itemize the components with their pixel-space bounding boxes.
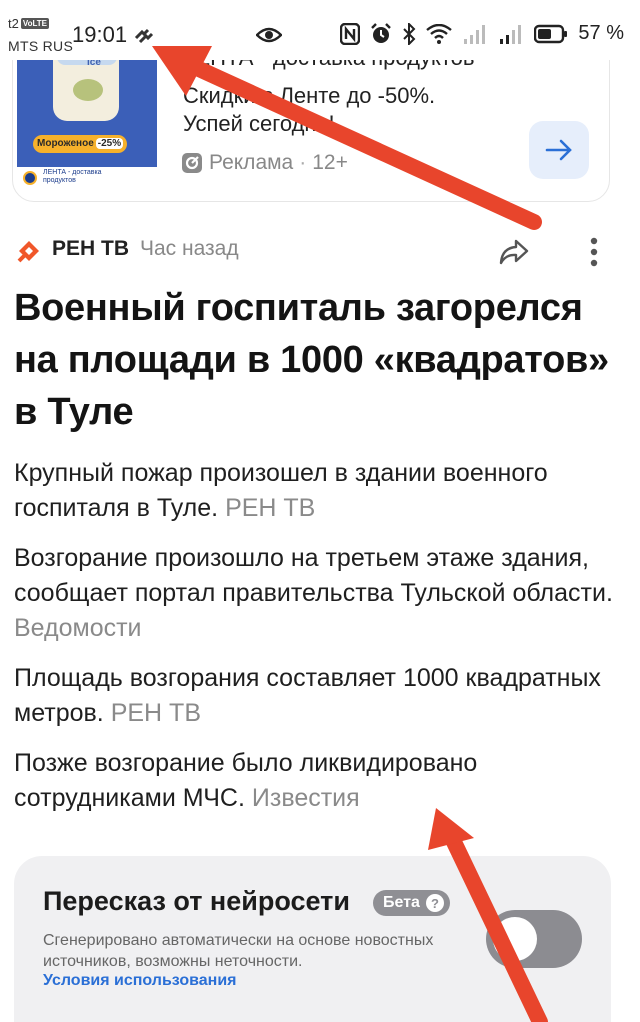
ad-open-button[interactable] xyxy=(529,121,589,179)
share-button[interactable] xyxy=(496,234,532,270)
signal-icon xyxy=(134,28,154,44)
toggle-knob xyxy=(493,917,537,961)
ad-text-line-2: Успей сегодня! xyxy=(183,111,335,136)
ad-icon xyxy=(182,153,202,173)
paragraph-text: Возгорание произошло на третьем этаже зд… xyxy=(14,544,613,607)
clock: 19:01 xyxy=(72,22,128,47)
status-icons: 57 % xyxy=(340,22,624,45)
signal-bars-2-icon xyxy=(500,24,522,44)
promo-percent: -25% xyxy=(95,138,124,149)
ice-cream-scoop xyxy=(73,79,103,101)
article-paragraph: Крупный пожар произошел в здании военног… xyxy=(14,456,624,526)
ad-image-footer-text: ЛЕНТА - доставка продуктов xyxy=(43,169,102,184)
ai-summary-title: Пересказ от нейросети xyxy=(43,886,350,916)
help-icon: ? xyxy=(425,894,444,912)
ai-summary-toggle[interactable] xyxy=(486,910,582,968)
terms-of-use-link[interactable]: Условия использования xyxy=(43,972,236,990)
nfc-icon xyxy=(340,22,361,45)
article-body: Крупный пожар произошел в здании военног… xyxy=(14,456,624,831)
share-icon xyxy=(499,239,529,265)
article-paragraph: Возгорание произошло на третьем этаже зд… xyxy=(14,541,624,646)
ad-meta: Реклама · 12+ xyxy=(181,151,348,175)
paragraph-text: Позже возгорание было ликвидировано сотр… xyxy=(14,749,478,812)
beta-label: Бета xyxy=(383,894,420,911)
ai-summary-card: Пересказ от нейросети Бета ? Сгенерирова… xyxy=(14,856,611,1022)
paragraph-source-link[interactable]: РЕН ТВ xyxy=(225,494,315,522)
promo-text: Мороженое xyxy=(37,138,94,149)
carrier-top-label: t2 xyxy=(8,16,19,31)
signal-bars-1-icon xyxy=(464,24,486,44)
ad-meta-separator: · xyxy=(299,151,307,174)
eye-icon xyxy=(256,27,282,43)
article-paragraph: Позже возгорание было ликвидировано сотр… xyxy=(14,746,624,816)
ai-summary-disclaimer: Сгенерировано автоматически на основе но… xyxy=(43,932,434,970)
article-paragraph: Площадь возгорания составляет 1000 квадр… xyxy=(14,661,624,731)
carrier-top: t2 VoLTE xyxy=(8,16,49,31)
article-source[interactable]: РЕН ТВ xyxy=(52,237,129,261)
volte-badge: VoLTE xyxy=(20,18,49,29)
arrow-right-icon xyxy=(545,139,572,161)
ad-text-line-1: Скидки в Ленте до -50%. xyxy=(183,83,436,108)
paragraph-source-link[interactable]: РЕН ТВ xyxy=(111,699,201,727)
battery-level: 57 % xyxy=(578,22,624,44)
ad-image-footer: ЛЕНТА - доставка продуктов xyxy=(17,167,157,189)
bluetooth-icon xyxy=(403,22,416,45)
more-vertical-icon xyxy=(590,237,598,267)
battery-icon xyxy=(534,24,568,43)
wifi-icon xyxy=(426,23,453,44)
carrier-name: MTS RUS xyxy=(8,38,74,54)
paragraph-source-link[interactable]: Ведомости xyxy=(14,614,142,642)
article-headline: Военный госпиталь загорелся на площади в… xyxy=(14,287,609,433)
article-source-row: РЕН ТВ Час назад xyxy=(16,234,624,270)
status-bar: t2 VoLTE MTS RUS 19:01 57 % xyxy=(0,0,640,60)
ad-image: Ice Мороженое -25% ЛЕНТА - доставка проду… xyxy=(17,43,157,189)
alarm-icon xyxy=(371,22,392,43)
more-options-button[interactable] xyxy=(580,234,608,270)
ad-age-rating: 12+ xyxy=(312,151,348,174)
ad-label: Реклама xyxy=(209,151,294,174)
beta-badge[interactable]: Бета ? xyxy=(373,890,450,916)
article-time: Час назад xyxy=(140,237,239,260)
paragraph-text: Площадь возгорания составляет 1000 квадр… xyxy=(14,664,601,727)
paragraph-source-link[interactable]: Известия xyxy=(252,784,360,812)
ren-tv-logo-icon xyxy=(17,241,39,263)
lenta-logo xyxy=(23,171,37,185)
promo-badge: Мороженое -25% xyxy=(33,135,128,153)
